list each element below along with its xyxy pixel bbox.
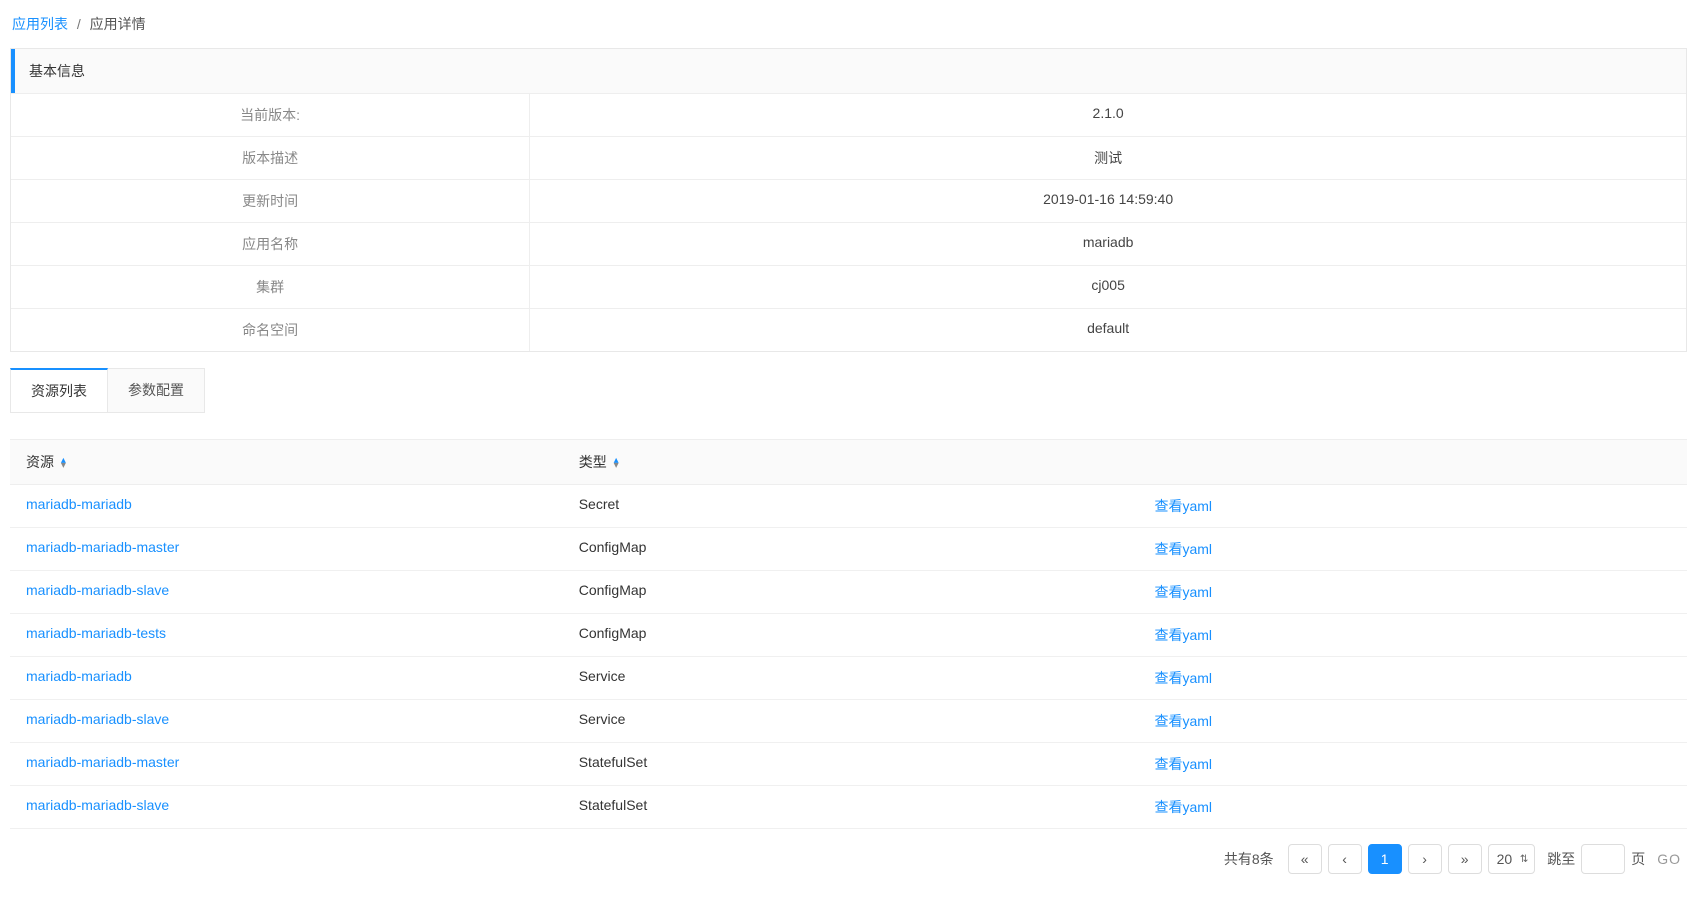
resource-link[interactable]: mariadb-mariadb-master (26, 539, 179, 555)
info-label: 更新时间 (11, 180, 530, 222)
info-label: 应用名称 (11, 223, 530, 265)
pagination-prev-button[interactable]: ‹ (1328, 844, 1362, 874)
pagination: 共有8条 « ‹ 1 › » 20 跳至 页 GO (10, 829, 1687, 889)
breadcrumb-app-list-link[interactable]: 应用列表 (12, 16, 68, 32)
pagination-page-size-select[interactable]: 20 (1488, 844, 1536, 874)
pagination-page-1-button[interactable]: 1 (1368, 844, 1402, 874)
view-yaml-link[interactable]: 查看yaml (1154, 799, 1212, 815)
info-row: 集群cj005 (11, 265, 1686, 308)
breadcrumb: 应用列表 / 应用详情 (10, 10, 1687, 48)
table-header-type[interactable]: 类型 ▴▾ (579, 452, 1155, 472)
page-size-value: 20 (1497, 851, 1513, 867)
resource-link[interactable]: mariadb-mariadb-slave (26, 711, 169, 727)
resource-table: 资源 ▴▾ 类型 ▴▾ mariadb-mariadbSecret查看yamlm… (10, 439, 1687, 829)
breadcrumb-current: 应用详情 (90, 16, 146, 32)
tab-param-config[interactable]: 参数配置 (108, 368, 205, 413)
header-resource-label: 资源 (26, 454, 54, 470)
table-header-resource[interactable]: 资源 ▴▾ (26, 452, 579, 472)
resource-type: StatefulSet (579, 797, 1155, 817)
basic-info-title: 基本信息 (11, 49, 1686, 93)
pagination-jump-input[interactable] (1581, 844, 1625, 874)
resource-link[interactable]: mariadb-mariadb-tests (26, 625, 166, 641)
pagination-total: 共有8条 (1224, 849, 1274, 869)
info-row: 命名空间default (11, 308, 1686, 351)
table-row: mariadb-mariadb-master ConfigMap查看yaml (10, 528, 1687, 571)
resource-type: Service (579, 668, 1155, 688)
breadcrumb-separator: / (77, 16, 81, 32)
table-row: mariadb-mariadb-slave ConfigMap查看yaml (10, 571, 1687, 614)
table-header-action (1154, 452, 1671, 472)
resource-link[interactable]: mariadb-mariadb-slave (26, 582, 169, 598)
info-value: cj005 (530, 266, 1686, 308)
table-row: mariadb-mariadb-slave StatefulSet查看yaml (10, 786, 1687, 829)
info-value: 2.1.0 (530, 94, 1686, 136)
sort-icon[interactable]: ▴▾ (614, 458, 619, 468)
resource-link[interactable]: mariadb-mariadb (26, 668, 132, 684)
view-yaml-link[interactable]: 查看yaml (1154, 756, 1212, 772)
table-row: mariadb-mariadb-slave Service查看yaml (10, 700, 1687, 743)
resource-link[interactable]: mariadb-mariadb (26, 496, 132, 512)
info-label: 集群 (11, 266, 530, 308)
info-label: 当前版本: (11, 94, 530, 136)
pagination-go-button[interactable]: GO (1657, 851, 1681, 867)
resource-link[interactable]: mariadb-mariadb-master (26, 754, 179, 770)
view-yaml-link[interactable]: 查看yaml (1154, 627, 1212, 643)
info-value: default (530, 309, 1686, 351)
resource-type: StatefulSet (579, 754, 1155, 774)
info-row: 应用名称mariadb (11, 222, 1686, 265)
tab-resource-list[interactable]: 资源列表 (10, 368, 108, 413)
info-row: 版本描述测试 (11, 136, 1686, 179)
view-yaml-link[interactable]: 查看yaml (1154, 584, 1212, 600)
pagination-page-suffix: 页 (1631, 849, 1645, 869)
resource-link[interactable]: mariadb-mariadb-slave (26, 797, 169, 813)
sort-icon[interactable]: ▴▾ (61, 458, 66, 468)
pagination-next-button[interactable]: › (1408, 844, 1442, 874)
info-value: mariadb (530, 223, 1686, 265)
view-yaml-link[interactable]: 查看yaml (1154, 670, 1212, 686)
view-yaml-link[interactable]: 查看yaml (1154, 541, 1212, 557)
basic-info-panel: 基本信息 当前版本:2.1.0版本描述测试更新时间2019-01-16 14:5… (10, 48, 1687, 352)
resource-type: ConfigMap (579, 539, 1155, 559)
info-label: 版本描述 (11, 137, 530, 179)
resource-type: ConfigMap (579, 582, 1155, 602)
view-yaml-link[interactable]: 查看yaml (1154, 498, 1212, 514)
table-row: mariadb-mariadb-master StatefulSet查看yaml (10, 743, 1687, 786)
resource-type: ConfigMap (579, 625, 1155, 645)
table-header-row: 资源 ▴▾ 类型 ▴▾ (10, 439, 1687, 485)
pagination-jump-label: 跳至 (1547, 849, 1575, 869)
resource-type: Secret (579, 496, 1155, 516)
info-label: 命名空间 (11, 309, 530, 351)
view-yaml-link[interactable]: 查看yaml (1154, 713, 1212, 729)
resource-type: Service (579, 711, 1155, 731)
header-type-label: 类型 (579, 454, 607, 470)
info-value: 测试 (530, 137, 1686, 179)
table-row: mariadb-mariadb Secret查看yaml (10, 485, 1687, 528)
info-row: 当前版本:2.1.0 (11, 93, 1686, 136)
info-row: 更新时间2019-01-16 14:59:40 (11, 179, 1686, 222)
pagination-first-button[interactable]: « (1288, 844, 1322, 874)
tabs: 资源列表参数配置 (10, 368, 1687, 413)
table-row: mariadb-mariadb Service查看yaml (10, 657, 1687, 700)
table-row: mariadb-mariadb-tests ConfigMap查看yaml (10, 614, 1687, 657)
pagination-last-button[interactable]: » (1448, 844, 1482, 874)
info-value: 2019-01-16 14:59:40 (530, 180, 1686, 222)
